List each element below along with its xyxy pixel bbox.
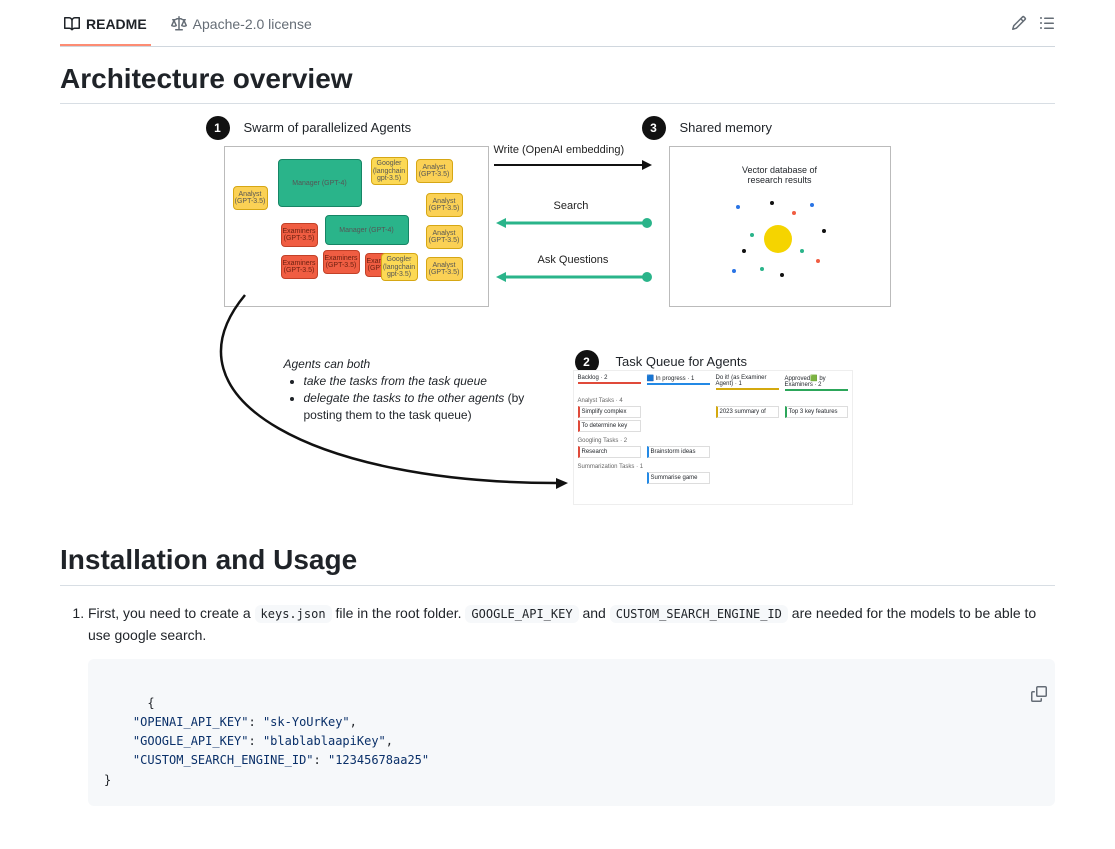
inline-code-cseid: CUSTOM_SEARCH_ENGINE_ID bbox=[610, 605, 788, 623]
arrow-label-write: Write (OpenAI embedding) bbox=[494, 144, 625, 156]
list-unordered-icon bbox=[1039, 15, 1055, 31]
step-label-2: Task Queue for Agents bbox=[616, 354, 748, 369]
agent-analyst4: Analyst (GPT-3.5) bbox=[426, 225, 463, 249]
tq-col-approved: Approved🟩 by Examiners · 2 bbox=[785, 375, 848, 391]
copy-button[interactable] bbox=[973, 667, 1047, 728]
heading-architecture: Architecture overview bbox=[60, 63, 1055, 104]
inline-code-gapikey: GOOGLE_API_KEY bbox=[465, 605, 578, 623]
note-item-1: take the tasks from the task queue bbox=[304, 373, 544, 390]
edit-button[interactable] bbox=[1011, 15, 1027, 34]
code-block-keys: { "OPENAI_API_KEY": "sk-YoUrKey", "GOOGL… bbox=[88, 659, 1055, 806]
inline-code-keysjson: keys.json bbox=[255, 605, 332, 623]
tq-card: Top 3 key features bbox=[785, 406, 848, 418]
book-icon bbox=[64, 16, 80, 32]
step-badge-1: 1 bbox=[206, 116, 230, 140]
tq-col-doit: Do it! (as Examiner Agent) · 1 bbox=[716, 375, 779, 390]
note-lead: Agents can both bbox=[284, 357, 371, 371]
step-label-3: Shared memory bbox=[680, 120, 772, 135]
step-label-1: Swarm of parallelized Agents bbox=[244, 120, 412, 135]
agent-analyst: Analyst (GPT-3.5) bbox=[233, 186, 268, 210]
tab-readme[interactable]: README bbox=[60, 8, 151, 46]
shared-memory-box: Vector database of research results bbox=[669, 146, 891, 307]
law-icon bbox=[171, 16, 187, 32]
arrow-ask bbox=[494, 270, 654, 284]
step-badge-3: 3 bbox=[642, 116, 666, 140]
agent-manager: Manager (GPT-4) bbox=[278, 159, 362, 207]
copy-icon bbox=[1031, 686, 1047, 702]
tab-readme-label: README bbox=[86, 16, 147, 32]
swarm-box: Analyst (GPT-3.5) Manager (GPT-4) Manage… bbox=[224, 146, 489, 307]
agent-googler: Googler (langchain gpt-3.5) bbox=[371, 157, 408, 185]
readme-content: Architecture overview 1 Swarm of paralle… bbox=[60, 47, 1055, 838]
agent-examiner: Examiners (GPT-3.5) bbox=[281, 223, 318, 247]
install-steps: First, you need to create a keys.json fi… bbox=[60, 602, 1055, 647]
tq-card: To determine key bbox=[578, 420, 641, 432]
tab-license-label: Apache-2.0 license bbox=[193, 16, 312, 32]
note-item-2: delegate the tasks to the other agents (… bbox=[304, 390, 544, 424]
arrow-search bbox=[494, 216, 654, 230]
shared-memory-text: Vector database of research results bbox=[742, 165, 817, 185]
agents-note: Agents can both take the tasks from the … bbox=[284, 356, 544, 423]
heading-install: Installation and Usage bbox=[60, 544, 1055, 585]
agent-manager2: Manager (GPT-4) bbox=[325, 215, 409, 245]
install-step-1: First, you need to create a keys.json fi… bbox=[88, 602, 1055, 647]
tq-section-summ: Summarization Tasks · 1 bbox=[578, 464, 848, 470]
tq-col-inprogress: 🟦 In progress · 1 bbox=[647, 375, 710, 385]
outline-button[interactable] bbox=[1039, 15, 1055, 34]
tq-card: Summarise game bbox=[647, 472, 710, 484]
agent-examiner2: Examiners (GPT-3.5) bbox=[323, 250, 360, 274]
tq-card: Simplify complex bbox=[578, 406, 641, 418]
tq-section-googling: Googling Tasks · 2 bbox=[578, 438, 848, 444]
agent-examiner3: Examiners (GPT-3.5) bbox=[281, 255, 318, 279]
tab-license[interactable]: Apache-2.0 license bbox=[167, 8, 316, 46]
agent-analyst3: Analyst (GPT-3.5) bbox=[426, 193, 463, 217]
tq-card: Brainstorm ideas bbox=[647, 446, 710, 458]
tq-card: Research bbox=[578, 446, 641, 458]
tq-section-analyst: Analyst Tasks · 4 bbox=[578, 398, 848, 404]
agent-analyst5: Analyst (GPT-3.5) bbox=[426, 257, 463, 281]
architecture-diagram: 1 Swarm of parallelized Agents 3 Shared … bbox=[198, 120, 918, 520]
tq-card: 2023 summary of bbox=[716, 406, 779, 418]
arrow-write bbox=[494, 158, 654, 172]
vector-db-graphic bbox=[720, 189, 840, 289]
tq-col-backlog: Backlog · 2 bbox=[578, 375, 641, 384]
agent-analyst2: Analyst (GPT-3.5) bbox=[416, 159, 453, 183]
task-queue-box: Backlog · 2 🟦 In progress · 1 Do it! (as… bbox=[573, 370, 853, 505]
agent-googler2: Googler (langchain gpt-3.5) bbox=[381, 253, 418, 281]
arrow-label-ask: Ask Questions bbox=[538, 254, 609, 266]
pencil-icon bbox=[1011, 15, 1027, 31]
readme-tabbar: README Apache-2.0 license bbox=[60, 0, 1055, 47]
arrow-label-search: Search bbox=[554, 200, 589, 212]
